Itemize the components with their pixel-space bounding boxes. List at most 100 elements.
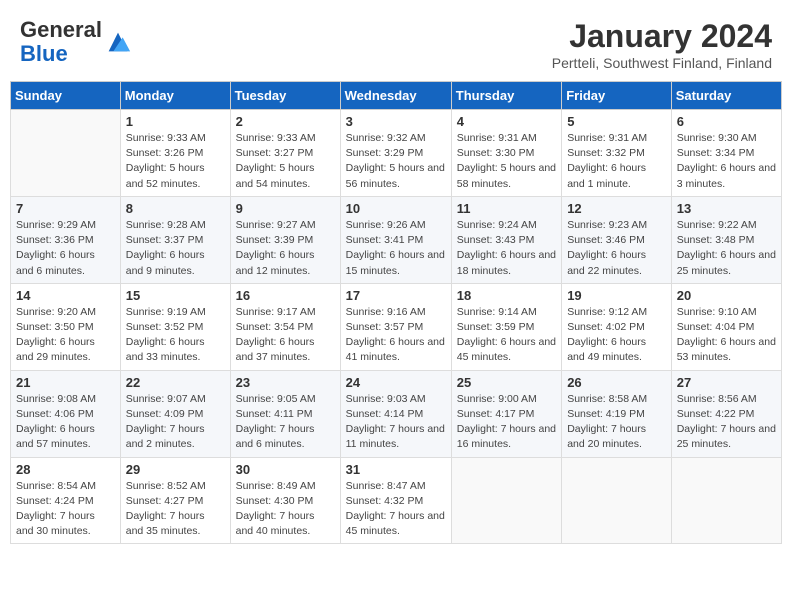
day-number: 10: [346, 201, 446, 216]
day-number: 7: [16, 201, 115, 216]
day-info: Sunrise: 9:33 AM Sunset: 3:27 PM Dayligh…: [236, 131, 335, 192]
calendar-day-cell: 8 Sunrise: 9:28 AM Sunset: 3:37 PM Daylig…: [120, 196, 230, 283]
day-info: Sunrise: 9:32 AM Sunset: 3:29 PM Dayligh…: [346, 131, 446, 192]
day-number: 13: [677, 201, 776, 216]
day-info: Sunrise: 9:07 AM Sunset: 4:09 PM Dayligh…: [126, 392, 225, 453]
day-info: Sunrise: 9:14 AM Sunset: 3:59 PM Dayligh…: [457, 305, 556, 366]
calendar-day-cell: [451, 457, 561, 544]
calendar-day-cell: 10Sunrise: 9:26 AM Sunset: 3:41 PM Dayli…: [340, 196, 451, 283]
calendar-day-cell: 17Sunrise: 9:16 AM Sunset: 3:57 PM Dayli…: [340, 283, 451, 370]
day-number: 12: [567, 201, 666, 216]
calendar-day-cell: 23Sunrise: 9:05 AM Sunset: 4:11 PM Dayli…: [230, 370, 340, 457]
calendar-day-cell: 27 Sunrise: 8:56 AM Sunset: 4:22 PM Dayli…: [671, 370, 781, 457]
month-title: January 2024: [552, 18, 772, 55]
calendar-day-cell: [562, 457, 672, 544]
calendar-day-cell: 12 Sunrise: 9:23 AM Sunset: 3:46 PM Dayli…: [562, 196, 672, 283]
calendar-day-cell: 26 Sunrise: 8:58 AM Sunset: 4:19 PM Dayli…: [562, 370, 672, 457]
day-info: Sunrise: 9:08 AM Sunset: 4:06 PM Dayligh…: [16, 392, 115, 453]
calendar-day-header: Friday: [562, 82, 672, 110]
calendar-day-cell: [671, 457, 781, 544]
calendar-day-header: Wednesday: [340, 82, 451, 110]
day-number: 8: [126, 201, 225, 216]
day-info: Sunrise: 9:33 AM Sunset: 3:26 PM Dayligh…: [126, 131, 225, 192]
logo-icon: [104, 28, 132, 56]
day-info: Sunrise: 9:31 AM Sunset: 3:30 PM Dayligh…: [457, 131, 556, 192]
day-info: Sunrise: 9:17 AM Sunset: 3:54 PM Dayligh…: [236, 305, 335, 366]
location-title: Pertteli, Southwest Finland, Finland: [552, 55, 772, 71]
day-number: 14: [16, 288, 115, 303]
day-number: 21: [16, 375, 115, 390]
day-info: Sunrise: 9:28 AM Sunset: 3:37 PM Dayligh…: [126, 218, 225, 279]
day-number: 2: [236, 114, 335, 129]
day-info: Sunrise: 8:47 AM Sunset: 4:32 PM Dayligh…: [346, 479, 446, 540]
day-number: 6: [677, 114, 776, 129]
calendar-day-cell: 18Sunrise: 9:14 AM Sunset: 3:59 PM Dayli…: [451, 283, 561, 370]
day-info: Sunrise: 9:23 AM Sunset: 3:46 PM Dayligh…: [567, 218, 666, 279]
calendar-table: SundayMondayTuesdayWednesdayThursdayFrid…: [10, 81, 782, 544]
calendar-day-cell: 15 Sunrise: 9:19 AM Sunset: 3:52 PM Dayli…: [120, 283, 230, 370]
day-info: Sunrise: 8:56 AM Sunset: 4:22 PM Dayligh…: [677, 392, 776, 453]
day-number: 27: [677, 375, 776, 390]
day-info: Sunrise: 9:24 AM Sunset: 3:43 PM Dayligh…: [457, 218, 556, 279]
calendar-day-cell: 24 Sunrise: 9:03 AM Sunset: 4:14 PM Dayli…: [340, 370, 451, 457]
day-info: Sunrise: 9:22 AM Sunset: 3:48 PM Dayligh…: [677, 218, 776, 279]
day-info: Sunrise: 9:20 AM Sunset: 3:50 PM Dayligh…: [16, 305, 115, 366]
calendar-day-cell: [11, 110, 121, 197]
calendar-week-row: 14 Sunrise: 9:20 AM Sunset: 3:50 PM Dayli…: [11, 283, 782, 370]
calendar-day-cell: 31Sunrise: 8:47 AM Sunset: 4:32 PM Dayli…: [340, 457, 451, 544]
day-info: Sunrise: 9:16 AM Sunset: 3:57 PM Dayligh…: [346, 305, 446, 366]
day-info: Sunrise: 8:52 AM Sunset: 4:27 PM Dayligh…: [126, 479, 225, 540]
calendar-day-cell: 1 Sunrise: 9:33 AM Sunset: 3:26 PM Daylig…: [120, 110, 230, 197]
day-number: 25: [457, 375, 556, 390]
day-number: 24: [346, 375, 446, 390]
day-info: Sunrise: 9:03 AM Sunset: 4:14 PM Dayligh…: [346, 392, 446, 453]
calendar-week-row: 28 Sunrise: 8:54 AM Sunset: 4:24 PM Dayli…: [11, 457, 782, 544]
day-info: Sunrise: 9:19 AM Sunset: 3:52 PM Dayligh…: [126, 305, 225, 366]
calendar-header-row: SundayMondayTuesdayWednesdayThursdayFrid…: [11, 82, 782, 110]
day-number: 5: [567, 114, 666, 129]
day-number: 26: [567, 375, 666, 390]
day-info: Sunrise: 9:00 AM Sunset: 4:17 PM Dayligh…: [457, 392, 556, 453]
day-info: Sunrise: 8:49 AM Sunset: 4:30 PM Dayligh…: [236, 479, 335, 540]
calendar-day-cell: 4 Sunrise: 9:31 AM Sunset: 3:30 PM Daylig…: [451, 110, 561, 197]
calendar-day-cell: 14 Sunrise: 9:20 AM Sunset: 3:50 PM Dayli…: [11, 283, 121, 370]
day-number: 9: [236, 201, 335, 216]
calendar-day-cell: 7 Sunrise: 9:29 AM Sunset: 3:36 PM Daylig…: [11, 196, 121, 283]
day-info: Sunrise: 9:29 AM Sunset: 3:36 PM Dayligh…: [16, 218, 115, 279]
day-number: 4: [457, 114, 556, 129]
day-info: Sunrise: 9:10 AM Sunset: 4:04 PM Dayligh…: [677, 305, 776, 366]
day-number: 11: [457, 201, 556, 216]
calendar-day-header: Thursday: [451, 82, 561, 110]
logo-blue-text: Blue: [20, 41, 68, 66]
calendar-day-cell: 21 Sunrise: 9:08 AM Sunset: 4:06 PM Dayli…: [11, 370, 121, 457]
page-header: General Blue January 2024 Pertteli, Sout…: [10, 10, 782, 75]
day-number: 29: [126, 462, 225, 477]
day-number: 19: [567, 288, 666, 303]
calendar-day-cell: 30 Sunrise: 8:49 AM Sunset: 4:30 PM Dayli…: [230, 457, 340, 544]
calendar-week-row: 21 Sunrise: 9:08 AM Sunset: 4:06 PM Dayli…: [11, 370, 782, 457]
day-number: 20: [677, 288, 776, 303]
calendar-week-row: 7 Sunrise: 9:29 AM Sunset: 3:36 PM Daylig…: [11, 196, 782, 283]
calendar-day-cell: 25 Sunrise: 9:00 AM Sunset: 4:17 PM Dayli…: [451, 370, 561, 457]
calendar-day-cell: 6Sunrise: 9:30 AM Sunset: 3:34 PM Daylig…: [671, 110, 781, 197]
calendar-day-cell: 13 Sunrise: 9:22 AM Sunset: 3:48 PM Dayli…: [671, 196, 781, 283]
calendar-week-row: 1 Sunrise: 9:33 AM Sunset: 3:26 PM Daylig…: [11, 110, 782, 197]
logo-general-text: General: [20, 17, 102, 42]
day-number: 30: [236, 462, 335, 477]
day-info: Sunrise: 8:54 AM Sunset: 4:24 PM Dayligh…: [16, 479, 115, 540]
calendar-day-cell: 22Sunrise: 9:07 AM Sunset: 4:09 PM Dayli…: [120, 370, 230, 457]
day-number: 15: [126, 288, 225, 303]
day-number: 16: [236, 288, 335, 303]
calendar-day-cell: 3Sunrise: 9:32 AM Sunset: 3:29 PM Daylig…: [340, 110, 451, 197]
day-info: Sunrise: 8:58 AM Sunset: 4:19 PM Dayligh…: [567, 392, 666, 453]
calendar-day-cell: 11 Sunrise: 9:24 AM Sunset: 3:43 PM Dayli…: [451, 196, 561, 283]
calendar-day-cell: 19 Sunrise: 9:12 AM Sunset: 4:02 PM Dayli…: [562, 283, 672, 370]
calendar-day-cell: 9Sunrise: 9:27 AM Sunset: 3:39 PM Daylig…: [230, 196, 340, 283]
calendar-day-cell: 5Sunrise: 9:31 AM Sunset: 3:32 PM Daylig…: [562, 110, 672, 197]
day-number: 1: [126, 114, 225, 129]
calendar-day-cell: 28 Sunrise: 8:54 AM Sunset: 4:24 PM Dayli…: [11, 457, 121, 544]
calendar-day-header: Monday: [120, 82, 230, 110]
day-number: 28: [16, 462, 115, 477]
calendar-day-cell: 2 Sunrise: 9:33 AM Sunset: 3:27 PM Daylig…: [230, 110, 340, 197]
day-info: Sunrise: 9:12 AM Sunset: 4:02 PM Dayligh…: [567, 305, 666, 366]
